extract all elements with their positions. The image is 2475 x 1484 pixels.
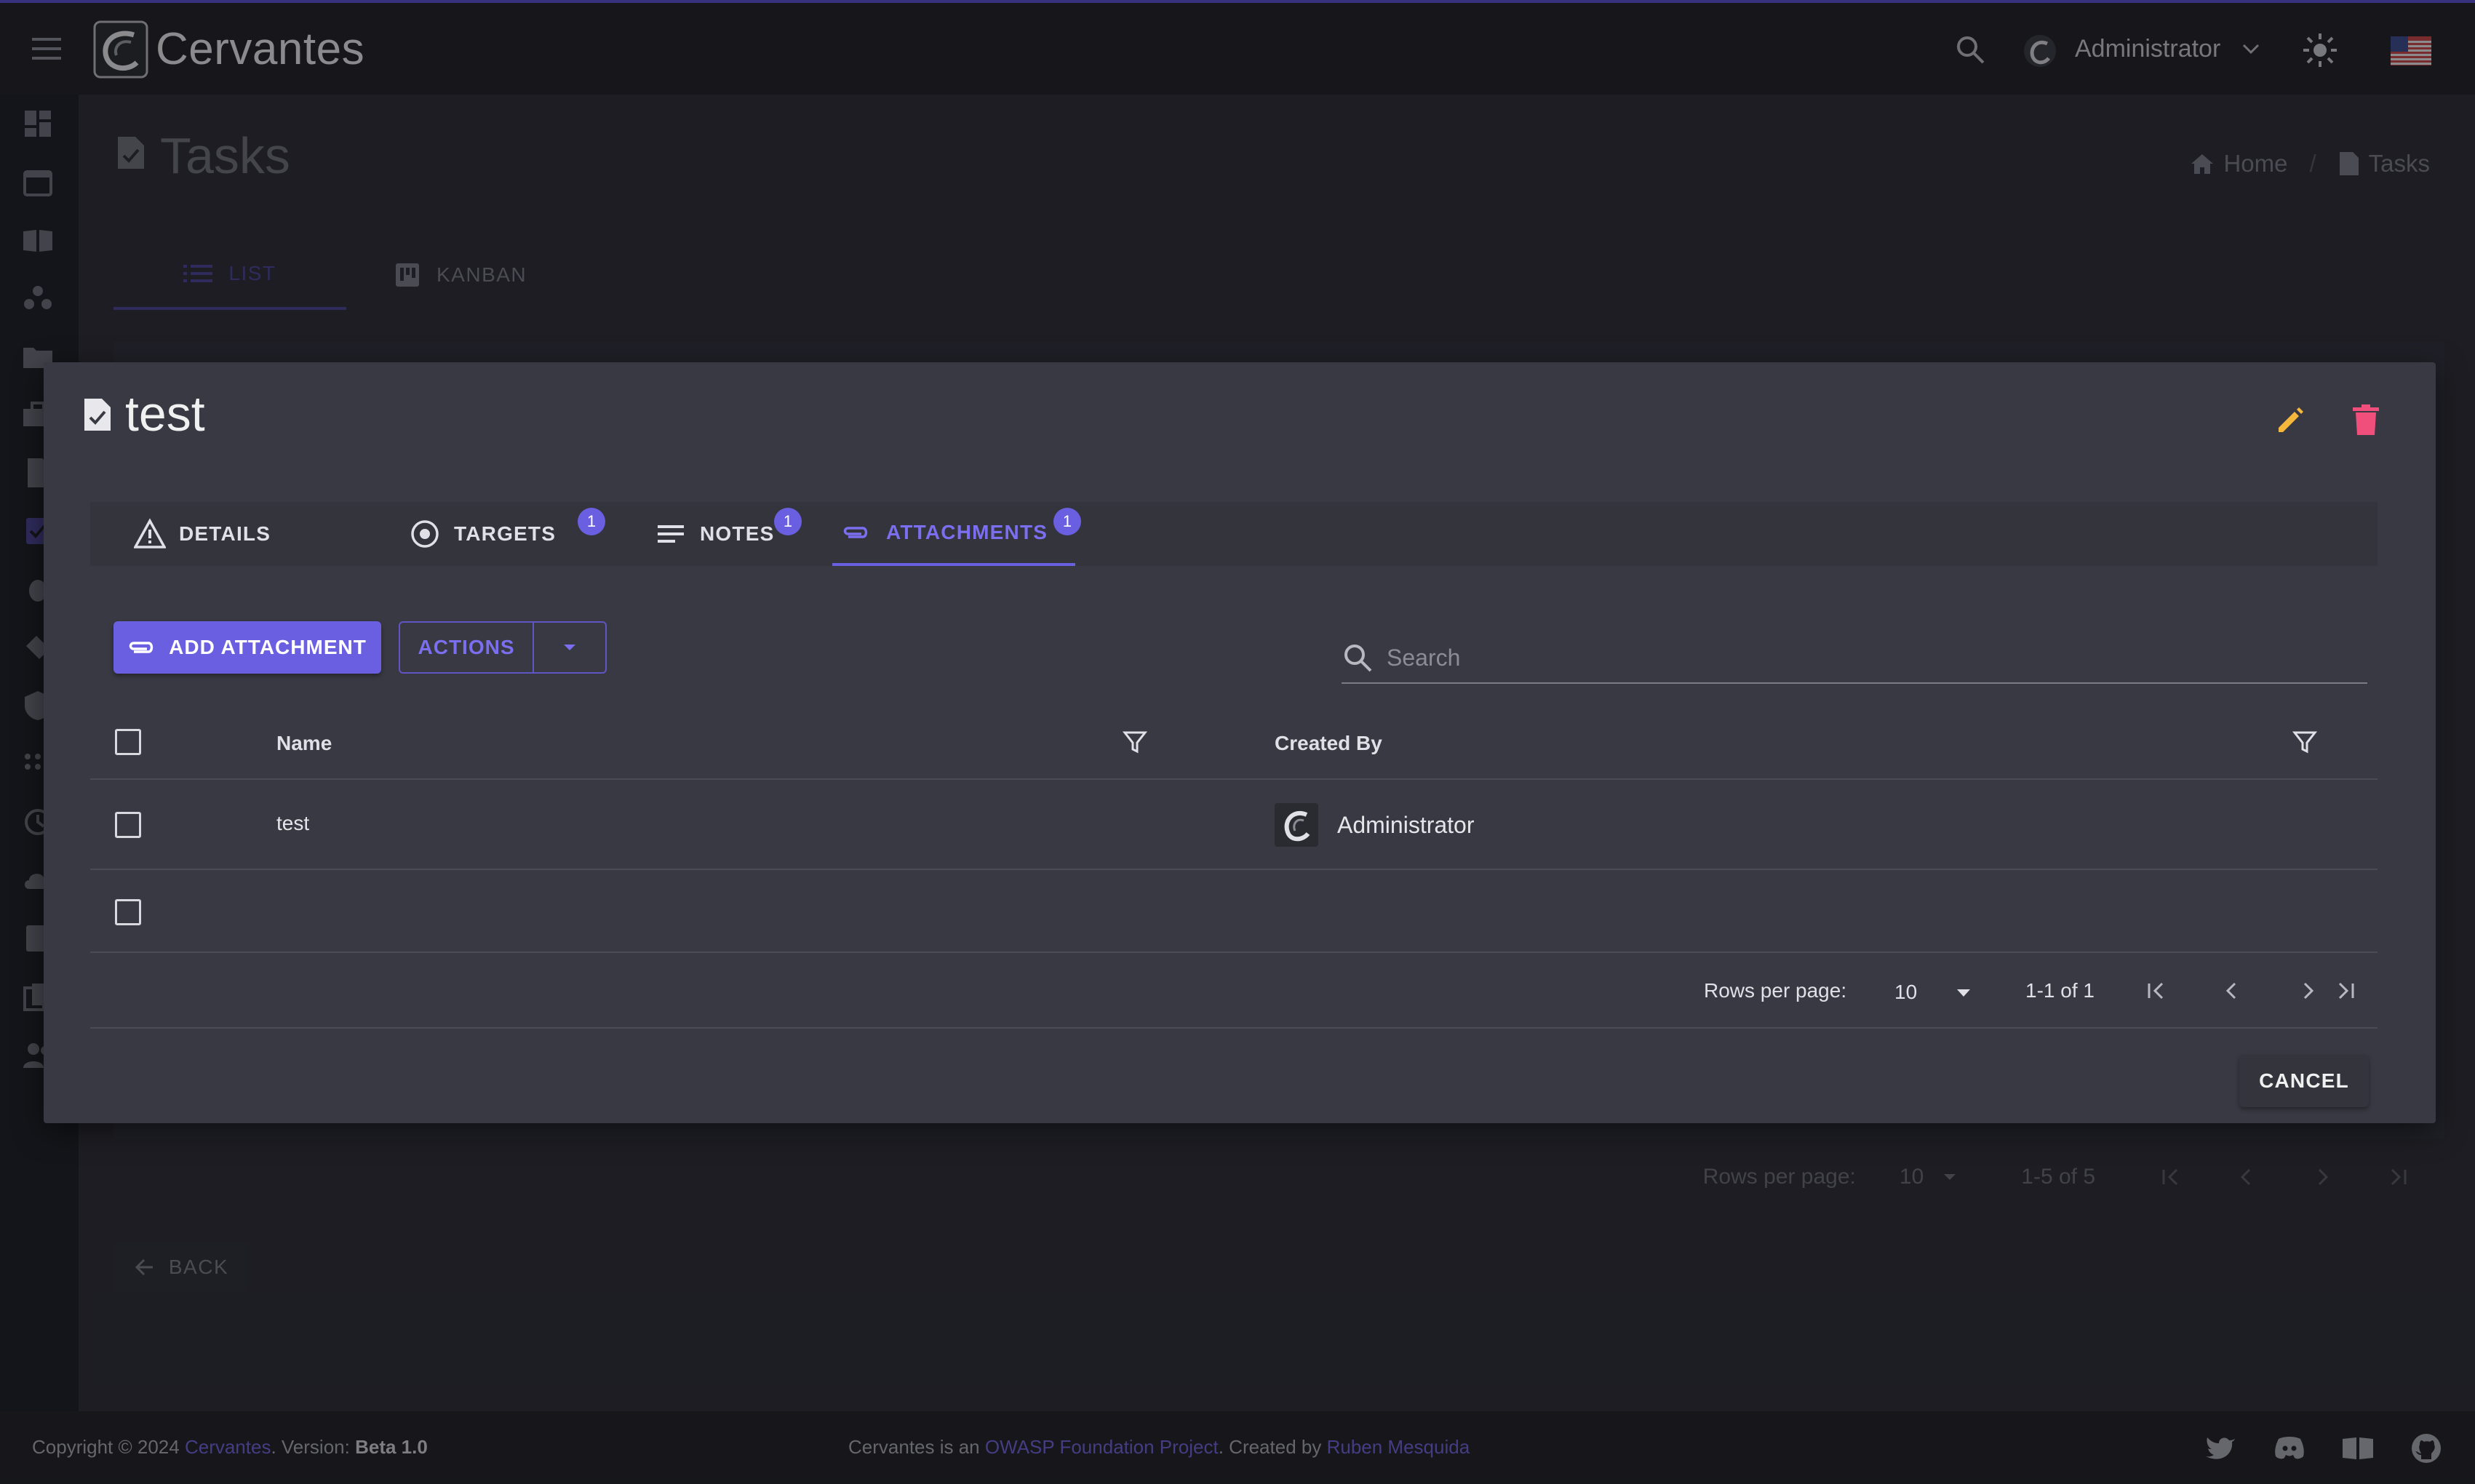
rows-per-page-label: Rows per page:: [1704, 979, 1847, 1002]
row-checkbox[interactable]: [115, 899, 141, 925]
caret-down-icon[interactable]: [1953, 982, 1974, 1004]
paperclip-icon: [128, 633, 157, 662]
page-range: 1-1 of 1: [2025, 979, 2095, 1002]
dialog-pagination: Rows per page: 10 1-1 of 1: [90, 953, 2378, 1029]
table-header: Name Created By: [90, 707, 2378, 780]
filter-icon[interactable]: [2292, 729, 2318, 755]
attachment-name[interactable]: test: [276, 812, 309, 835]
column-name[interactable]: Name: [276, 732, 332, 755]
filter-icon[interactable]: [1122, 729, 1148, 755]
cancel-label: CANCEL: [2259, 1069, 2349, 1092]
user-avatar: [1275, 803, 1318, 847]
column-created-by[interactable]: Created By: [1275, 732, 1382, 755]
table-row[interactable]: test Administrator: [90, 780, 2378, 870]
first-page-icon[interactable]: [2142, 976, 2171, 1005]
add-attachment-label: ADD ATTACHMENT: [169, 636, 367, 658]
previous-page-icon[interactable]: [2217, 976, 2247, 1005]
search-field: [1342, 631, 2367, 684]
caret-down-icon: [561, 639, 578, 656]
last-page-icon[interactable]: [2331, 976, 2360, 1005]
search-icon: [1342, 642, 1374, 674]
next-page-icon[interactable]: [2293, 976, 2322, 1005]
add-attachment-button[interactable]: ADD ATTACHMENT: [113, 621, 381, 674]
created-by-user: Administrator: [1337, 812, 1475, 838]
select-all-checkbox[interactable]: [115, 729, 141, 755]
actions-label: ACTIONS: [418, 636, 515, 658]
actions-button[interactable]: ACTIONS: [399, 621, 534, 674]
rows-per-page-select[interactable]: 10: [1894, 981, 1917, 1004]
search-input[interactable]: [1387, 639, 2354, 677]
table-row[interactable]: [90, 870, 2378, 953]
row-checkbox[interactable]: [115, 812, 141, 838]
attachments-content: ADD ATTACHMENT ACTIONS Name Created By t…: [44, 362, 2436, 1123]
cancel-button[interactable]: CANCEL: [2239, 1055, 2369, 1107]
actions-dropdown-button[interactable]: [534, 621, 607, 674]
